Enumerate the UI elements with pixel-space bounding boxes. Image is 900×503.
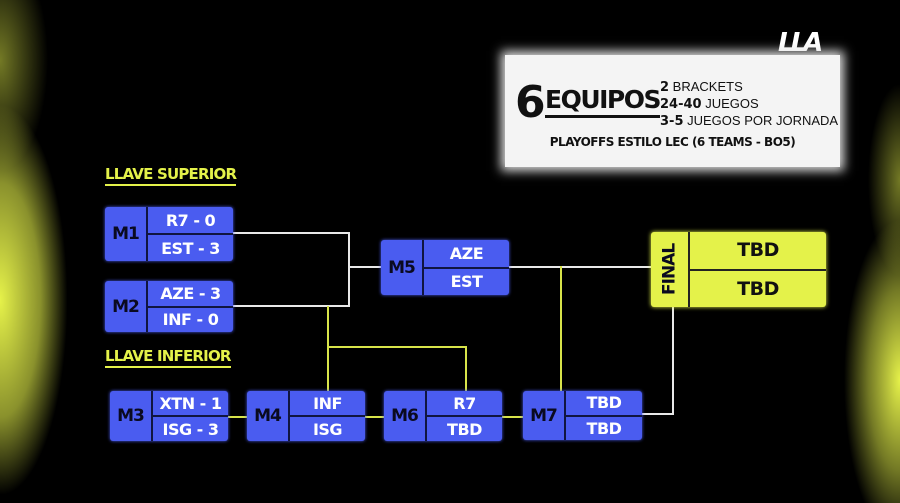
match-id: M7 [523,391,566,440]
match-id: FINAL [651,232,690,307]
team-2: EST [424,266,509,296]
upper-bracket-label: LLAVE SUPERIOR [105,165,237,186]
team-2: ISG - 3 [153,415,228,441]
lla-logo: LLA [778,28,823,58]
match-final: FINAL TBD TBD [651,232,826,307]
match-id: M2 [105,281,148,332]
connector [672,306,674,415]
team-1: AZE - 3 [160,283,221,303]
connector [365,416,385,418]
info-panel: 6 EQUIPOS 2 BRACKETS 24-40 JUEGOS 3-5 JU… [505,55,840,167]
team-1: R7 [453,393,476,413]
lower-bracket-label: LLAVE INFERIOR [105,347,231,368]
match-id: M4 [247,391,290,441]
teams-title: EQUIPOS [545,85,662,118]
match-m6: M6 R7 TBD [384,391,502,441]
match-m3: M3 XTN - 1 ISG - 3 [110,391,228,441]
match-id: M3 [110,391,153,441]
connector [642,413,674,415]
connector [348,266,382,268]
team-2: INF - 0 [148,305,233,333]
team-1: TBD [737,239,779,262]
format-subtitle: PLAYOFFS ESTILO LEC (6 TEAMS - BO5) [549,135,796,149]
match-id: M5 [381,240,424,295]
connector [348,232,350,307]
connector [327,346,467,348]
stat-games: 24-40 JUEGOS [660,96,759,112]
connector [327,306,329,391]
team-1: XTN - 1 [159,393,222,413]
connector [509,266,652,268]
team-1: AZE [449,243,484,263]
team-2: ISG [290,415,365,441]
stat-games-per-day: 3-5 JUEGOS POR JORNADA [660,113,839,129]
connector [465,346,467,391]
team-2: TBD [427,415,502,441]
connector [228,416,248,418]
team-1: R7 - 0 [165,210,216,230]
team-count: 6 [515,77,546,128]
match-m7: M7 TBD TBD [523,391,642,440]
match-m2: M2 AZE - 3 INF - 0 [105,281,233,332]
team-1: TBD [586,393,622,413]
match-m4: M4 INF ISG [247,391,365,441]
match-id: M6 [384,391,427,441]
team-1: INF [313,393,342,413]
stat-brackets: 2 BRACKETS [660,79,743,95]
team-2: TBD [566,414,642,441]
team-2: EST - 3 [148,233,233,261]
match-m5: M5 AZE EST [381,240,509,295]
team-2: TBD [690,268,826,308]
match-id: M1 [105,207,148,261]
connector [233,305,350,307]
connector [560,266,562,391]
stats-list: 2 BRACKETS 24-40 JUEGOS 3-5 JUEGOS POR J… [660,79,838,130]
match-m1: M1 R7 - 0 EST - 3 [105,207,233,261]
connector [502,416,524,418]
connector [233,232,350,234]
